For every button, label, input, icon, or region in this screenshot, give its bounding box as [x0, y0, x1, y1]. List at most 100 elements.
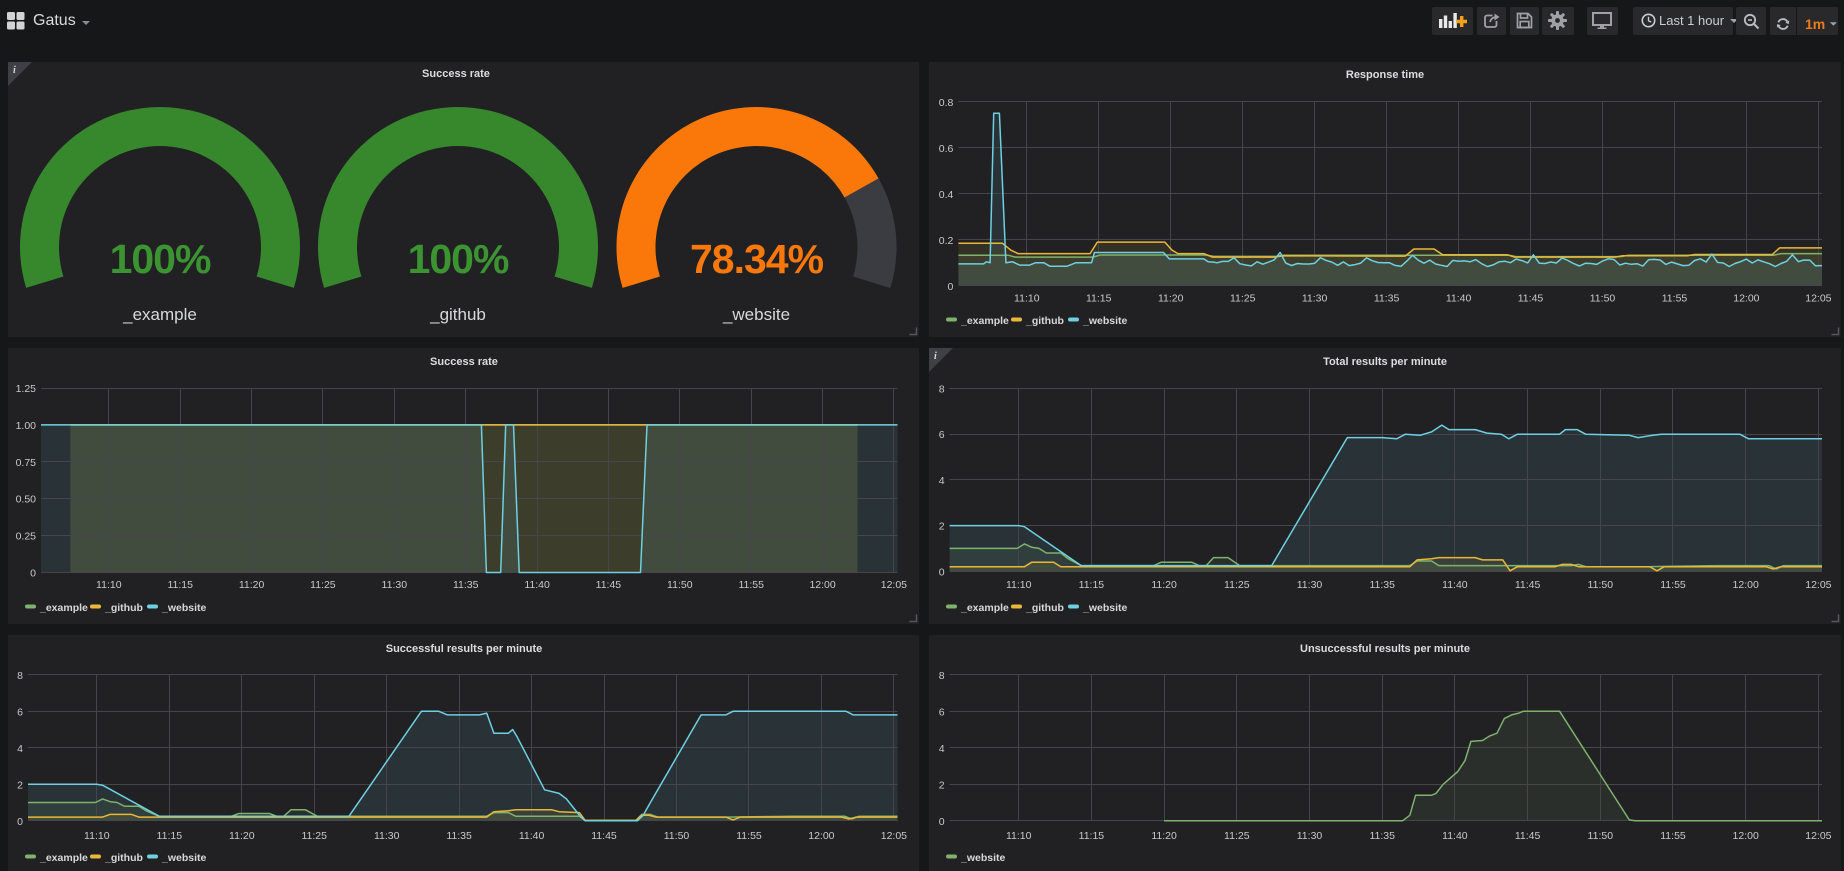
svg-text:12:00: 12:00	[808, 830, 834, 842]
svg-text:12:00: 12:00	[809, 579, 835, 591]
svg-text:11:15: 11:15	[167, 579, 193, 591]
svg-text:Total results per minute: Total results per minute	[1323, 356, 1447, 368]
svg-text:11:10: 11:10	[84, 830, 110, 842]
svg-text:11:45: 11:45	[591, 830, 617, 842]
svg-text:2: 2	[17, 779, 23, 791]
svg-text:11:55: 11:55	[738, 579, 764, 591]
svg-text:11:40: 11:40	[519, 830, 545, 842]
svg-text:11:25: 11:25	[301, 830, 327, 842]
svg-text:100%: 100%	[408, 236, 509, 282]
svg-text:_github: _github	[104, 852, 143, 864]
svg-text:0.4: 0.4	[939, 189, 954, 201]
svg-text:_website: _website	[1082, 315, 1128, 327]
svg-text:11:20: 11:20	[1151, 830, 1177, 842]
svg-text:6: 6	[939, 706, 945, 718]
svg-text:11:20: 11:20	[229, 830, 255, 842]
svg-text:Success rate: Success rate	[422, 68, 490, 80]
svg-text:12:00: 12:00	[1733, 293, 1759, 305]
svg-text:_example: _example	[960, 315, 1009, 327]
svg-text:100%: 100%	[110, 236, 211, 282]
svg-text:11:10: 11:10	[96, 579, 122, 591]
svg-text:11:25: 11:25	[310, 579, 336, 591]
svg-text:2: 2	[939, 779, 945, 791]
svg-text:12:05: 12:05	[1805, 830, 1831, 842]
svg-text:i: i	[934, 351, 937, 362]
svg-text:11:10: 11:10	[1014, 293, 1040, 305]
svg-text:11:30: 11:30	[1297, 830, 1323, 842]
svg-text:0: 0	[30, 568, 36, 580]
svg-text:Unsuccessful results per minut: Unsuccessful results per minute	[1300, 643, 1470, 655]
svg-text:11:55: 11:55	[1660, 579, 1686, 591]
svg-text:11:35: 11:35	[1369, 579, 1395, 591]
svg-text:11:10: 11:10	[1006, 830, 1032, 842]
svg-text:11:35: 11:35	[446, 830, 472, 842]
svg-text:11:35: 11:35	[453, 579, 479, 591]
svg-text:0: 0	[939, 566, 945, 578]
svg-text:Success rate: Success rate	[430, 356, 498, 368]
svg-text:11:50: 11:50	[1588, 579, 1614, 591]
svg-text:_website: _website	[960, 852, 1006, 864]
svg-text:11:15: 11:15	[1079, 830, 1105, 842]
svg-text:i: i	[13, 65, 16, 76]
svg-text:11:40: 11:40	[1442, 579, 1468, 591]
svg-text:11:45: 11:45	[1515, 830, 1541, 842]
svg-text:0: 0	[17, 816, 23, 828]
svg-text:8: 8	[939, 670, 945, 682]
svg-text:11:15: 11:15	[1079, 579, 1105, 591]
svg-text:11:55: 11:55	[736, 830, 762, 842]
svg-text:12:00: 12:00	[1733, 579, 1759, 591]
svg-text:11:40: 11:40	[524, 579, 550, 591]
svg-text:_website: _website	[722, 305, 790, 324]
svg-text:11:20: 11:20	[1151, 579, 1177, 591]
svg-text:6: 6	[939, 429, 945, 441]
svg-text:11:15: 11:15	[157, 830, 183, 842]
svg-text:11:40: 11:40	[1446, 293, 1472, 305]
svg-text:11:50: 11:50	[664, 830, 690, 842]
svg-text:4: 4	[939, 475, 945, 487]
svg-text:11:20: 11:20	[239, 579, 265, 591]
svg-text:_github: _github	[104, 602, 143, 614]
svg-text:11:25: 11:25	[1224, 579, 1250, 591]
svg-text:11:10: 11:10	[1006, 579, 1032, 591]
svg-text:1.00: 1.00	[16, 420, 37, 432]
svg-text:11:45: 11:45	[1515, 579, 1541, 591]
svg-text:1.25: 1.25	[16, 383, 37, 395]
svg-text:11:15: 11:15	[1086, 293, 1112, 305]
svg-text:78.34%: 78.34%	[690, 236, 824, 282]
svg-text:0.50: 0.50	[16, 494, 37, 506]
svg-text:11:30: 11:30	[1297, 579, 1323, 591]
svg-text:4: 4	[17, 743, 23, 755]
svg-text:11:45: 11:45	[596, 579, 622, 591]
svg-text:11:45: 11:45	[1518, 293, 1544, 305]
svg-text:12:05: 12:05	[881, 579, 907, 591]
svg-text:0.2: 0.2	[939, 235, 954, 247]
svg-text:11:50: 11:50	[1590, 293, 1616, 305]
svg-text:_website: _website	[161, 602, 207, 614]
svg-text:12:00: 12:00	[1733, 830, 1759, 842]
svg-text:0.25: 0.25	[16, 531, 37, 543]
svg-text:Response time: Response time	[1346, 69, 1424, 81]
svg-text:_example: _example	[39, 602, 88, 614]
svg-text:2: 2	[939, 521, 945, 533]
svg-text:11:25: 11:25	[1224, 830, 1250, 842]
svg-text:11:30: 11:30	[1302, 293, 1328, 305]
svg-text:11:55: 11:55	[1662, 293, 1688, 305]
svg-text:_example: _example	[122, 305, 197, 324]
svg-text:12:05: 12:05	[881, 830, 907, 842]
svg-text:11:35: 11:35	[1369, 830, 1395, 842]
svg-text:11:30: 11:30	[374, 830, 400, 842]
svg-text:12:05: 12:05	[1805, 579, 1831, 591]
svg-text:11:40: 11:40	[1442, 830, 1468, 842]
svg-text:_github: _github	[1025, 315, 1064, 327]
svg-text:_github: _github	[1025, 602, 1064, 614]
svg-text:_website: _website	[1082, 602, 1128, 614]
svg-text:11:50: 11:50	[667, 579, 693, 591]
svg-text:Successful results per minute: Successful results per minute	[386, 643, 543, 655]
svg-text:8: 8	[939, 384, 945, 396]
svg-text:0: 0	[948, 281, 954, 293]
svg-text:11:50: 11:50	[1588, 830, 1614, 842]
svg-text:11:20: 11:20	[1158, 293, 1184, 305]
svg-text:_example: _example	[960, 602, 1009, 614]
svg-text:11:30: 11:30	[382, 579, 408, 591]
svg-text:12:05: 12:05	[1805, 293, 1831, 305]
